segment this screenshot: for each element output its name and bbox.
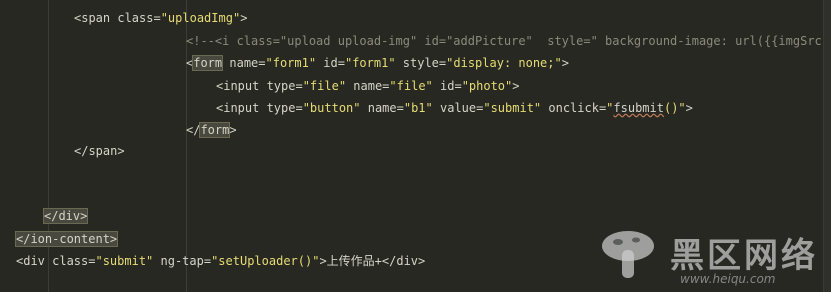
code-line: <span class="uploadImg"> — [74, 11, 248, 25]
mushroom-logo-icon — [602, 231, 654, 278]
watermark-url: www.heiqu.com — [680, 272, 776, 286]
code-line: <form name="form1" id="form1" style="dis… — [186, 56, 569, 70]
code-line: </span> — [74, 144, 125, 158]
code-line: </div> — [44, 209, 88, 223]
code-line: <div class="submit" ng-tap="setUploader(… — [16, 254, 426, 268]
code-line: <input type="button" name="b1" value="su… — [216, 101, 693, 115]
code-line: <input type="file" name="file" id="photo… — [216, 79, 520, 93]
code-line: </form> — [186, 123, 237, 137]
code-line-comment: <!--<i class="upload upload-img" id="add… — [186, 34, 831, 48]
code-line: </ion-content> — [16, 232, 118, 246]
watermark-text: 黑区网络 — [670, 236, 818, 276]
watermark: 黑区网络 www.heiqu.com — [596, 224, 828, 290]
